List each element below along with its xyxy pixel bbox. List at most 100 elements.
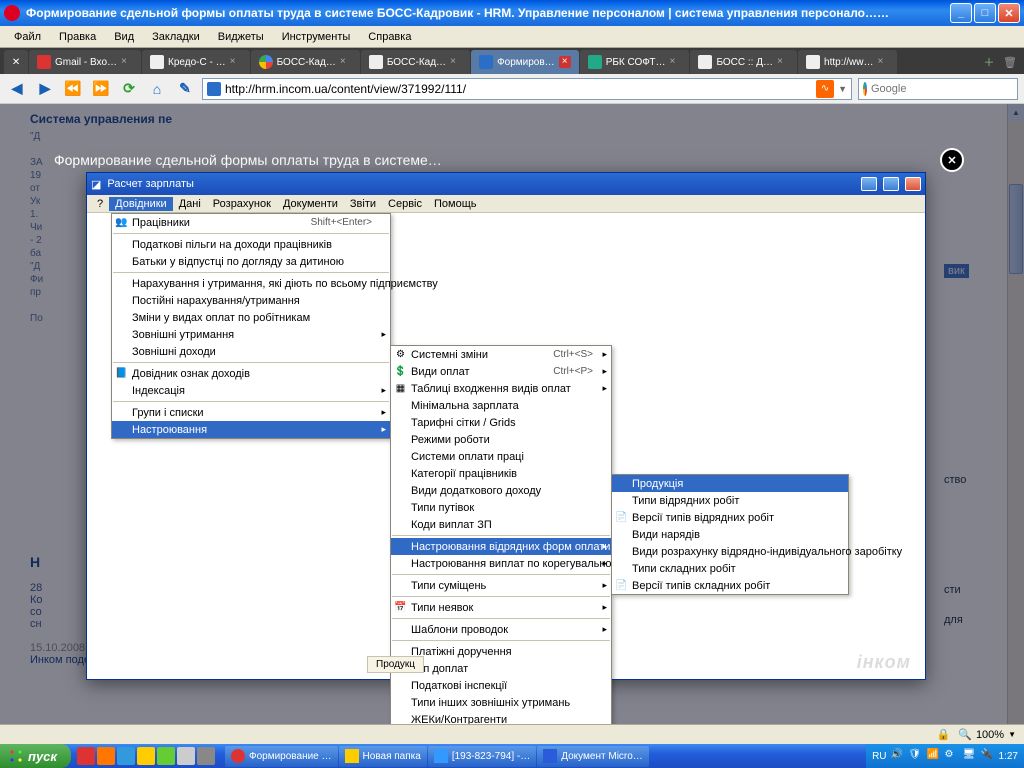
- menu-widgets[interactable]: Виджеты: [210, 29, 272, 45]
- app-menu-servis[interactable]: Сервіс: [382, 197, 428, 211]
- menu-item[interactable]: Податкові інспекції: [391, 677, 611, 694]
- tray-icon[interactable]: 🔌: [981, 749, 995, 763]
- app-menu-documents[interactable]: Документи: [277, 197, 344, 211]
- lang-indicator[interactable]: RU: [872, 751, 886, 762]
- ffwd-button[interactable]: ⏩: [90, 78, 112, 100]
- menu-item[interactable]: Нарахування і утримання, які діють по вс…: [112, 275, 390, 292]
- back-button[interactable]: ◀: [6, 78, 28, 100]
- menu-item-selected[interactable]: Продукція: [612, 475, 848, 492]
- menu-item[interactable]: 📄Версії типів відрядних робіт: [612, 509, 848, 526]
- ql-firefox-icon[interactable]: [97, 747, 115, 765]
- wand-button[interactable]: ✎: [174, 78, 196, 100]
- app-maximize-button[interactable]: [883, 177, 899, 191]
- app-minimize-button[interactable]: [861, 177, 877, 191]
- menu-item[interactable]: Зовнішні доходи: [112, 343, 390, 360]
- ql-app-icon[interactable]: [197, 747, 215, 765]
- tray-icon[interactable]: 🛡: [909, 749, 923, 763]
- menu-item[interactable]: Типи складних робіт: [612, 560, 848, 577]
- menu-item[interactable]: 💲Види оплатCtrl+<P>: [391, 363, 611, 380]
- tab-close-icon[interactable]: ×: [340, 56, 352, 68]
- tray-icon[interactable]: 📶: [927, 749, 941, 763]
- menu-item[interactable]: Типи відрядних робіт: [612, 492, 848, 509]
- rss-icon[interactable]: ∿: [816, 80, 834, 98]
- tab-close-icon[interactable]: ×: [559, 56, 571, 68]
- menu-item-selected[interactable]: Настроювання відрядних форм оплати праці: [391, 538, 611, 555]
- forward-button[interactable]: ▶: [34, 78, 56, 100]
- taskbar-button[interactable]: Формирование …: [225, 746, 338, 767]
- menu-item[interactable]: Мінімальна зарплата: [391, 397, 611, 414]
- rewind-button[interactable]: ⏪: [62, 78, 84, 100]
- tab-close-icon[interactable]: ×: [121, 56, 133, 68]
- closed-tabs-button[interactable]: 🗑: [1000, 50, 1020, 74]
- menu-item[interactable]: Види додаткового доходу: [391, 482, 611, 499]
- minimize-button[interactable]: _: [950, 3, 972, 23]
- zoom-dropdown-icon[interactable]: ▼: [1008, 730, 1016, 739]
- menu-help[interactable]: Справка: [360, 29, 419, 45]
- tab-close-icon[interactable]: ×: [450, 56, 462, 68]
- tray-icon[interactable]: ⚙: [945, 749, 959, 763]
- menu-item[interactable]: Типи суміщень: [391, 577, 611, 594]
- menu-file[interactable]: Файл: [6, 29, 49, 45]
- menu-item[interactable]: Категорії працівників: [391, 465, 611, 482]
- ql-app-icon[interactable]: [177, 747, 195, 765]
- menu-item[interactable]: Шаблони проводок: [391, 621, 611, 638]
- menu-item[interactable]: Зовнішні утримання: [112, 326, 390, 343]
- menu-item[interactable]: Зміни у видах оплат по робітникам: [112, 309, 390, 326]
- address-bar[interactable]: ∿ ▼: [202, 78, 852, 100]
- tab-gmail[interactable]: Gmail - Вхо…×: [29, 50, 141, 74]
- search-box[interactable]: [858, 78, 1018, 100]
- app-menu-pomosh[interactable]: Помощь: [428, 197, 483, 211]
- menu-bookmarks[interactable]: Закладки: [144, 29, 208, 45]
- address-input[interactable]: [225, 82, 812, 96]
- menu-item[interactable]: Індексація: [112, 382, 390, 399]
- zoom-control[interactable]: 🔍 100% ▼: [958, 728, 1016, 741]
- tab-formirov[interactable]: Формиров…×: [471, 50, 579, 74]
- menu-item[interactable]: Типи путівок: [391, 499, 611, 516]
- app-menu-rozrakhunok[interactable]: Розрахунок: [207, 197, 277, 211]
- close-button[interactable]: ✕: [998, 3, 1020, 23]
- menu-item[interactable]: Постійні нарахування/утримання: [112, 292, 390, 309]
- menu-item[interactable]: Податкові пільги на доходи працівників: [112, 236, 390, 253]
- menu-item[interactable]: 📘Довідник ознак доходів: [112, 365, 390, 382]
- menu-item[interactable]: Тарифні сітки / Grids: [391, 414, 611, 431]
- new-tab-button[interactable]: ＋: [979, 50, 999, 74]
- tab-tools-icon[interactable]: ✕: [4, 50, 28, 74]
- search-input[interactable]: [871, 83, 1013, 95]
- reload-button[interactable]: ⟳: [118, 78, 140, 100]
- lightbox-close-button[interactable]: ✕: [940, 148, 964, 172]
- menu-edit[interactable]: Правка: [51, 29, 104, 45]
- tab-close-icon[interactable]: ×: [777, 56, 789, 68]
- menu-item[interactable]: 📄Версії типів складних робіт: [612, 577, 848, 594]
- app-menu-help[interactable]: ?: [91, 197, 109, 211]
- menu-view[interactable]: Вид: [106, 29, 142, 45]
- menu-item[interactable]: Типи інших зовнішніх утримань: [391, 694, 611, 711]
- home-button[interactable]: ⌂: [146, 78, 168, 100]
- tray-icon[interactable]: 🔊: [891, 749, 905, 763]
- menu-item[interactable]: ⚙Системні зміниCtrl+<S>: [391, 346, 611, 363]
- menu-item[interactable]: Батьки у відпустці по догляду за дитиною: [112, 253, 390, 270]
- app-close-button[interactable]: [905, 177, 921, 191]
- menu-tools[interactable]: Инструменты: [274, 29, 359, 45]
- tab-close-icon[interactable]: ×: [669, 56, 681, 68]
- menu-item[interactable]: Системи оплати праці: [391, 448, 611, 465]
- menu-item[interactable]: Режими роботи: [391, 431, 611, 448]
- ql-ie-icon[interactable]: [117, 747, 135, 765]
- menu-item[interactable]: Групи і списки: [112, 404, 390, 421]
- menu-item-selected[interactable]: Настроювання: [112, 421, 390, 438]
- tab-bossd[interactable]: БОСС :: Д…×: [690, 50, 797, 74]
- menu-item[interactable]: Види нарядів: [612, 526, 848, 543]
- taskbar-button[interactable]: [193-823-794] -…: [428, 746, 536, 767]
- taskbar-button[interactable]: Документ Micro…: [537, 746, 649, 767]
- menu-item[interactable]: Види розрахунку відрядно-індивідуального…: [612, 543, 848, 560]
- ql-folder-icon[interactable]: [137, 747, 155, 765]
- menu-item[interactable]: 👥ПрацівникиShift+<Enter>: [112, 214, 390, 231]
- tab-boss2[interactable]: БОСС-Кад…×: [361, 50, 470, 74]
- tab-kredo[interactable]: Кредо-С - …×: [142, 50, 250, 74]
- ql-app-icon[interactable]: [157, 747, 175, 765]
- clock[interactable]: 1:27: [999, 751, 1018, 762]
- maximize-button[interactable]: □: [974, 3, 996, 23]
- tray-icon[interactable]: 🖥: [963, 749, 977, 763]
- start-button[interactable]: пуск: [0, 744, 71, 768]
- dropdown-icon[interactable]: ▼: [838, 84, 847, 94]
- menu-item[interactable]: ▦Таблиці входження видів оплат: [391, 380, 611, 397]
